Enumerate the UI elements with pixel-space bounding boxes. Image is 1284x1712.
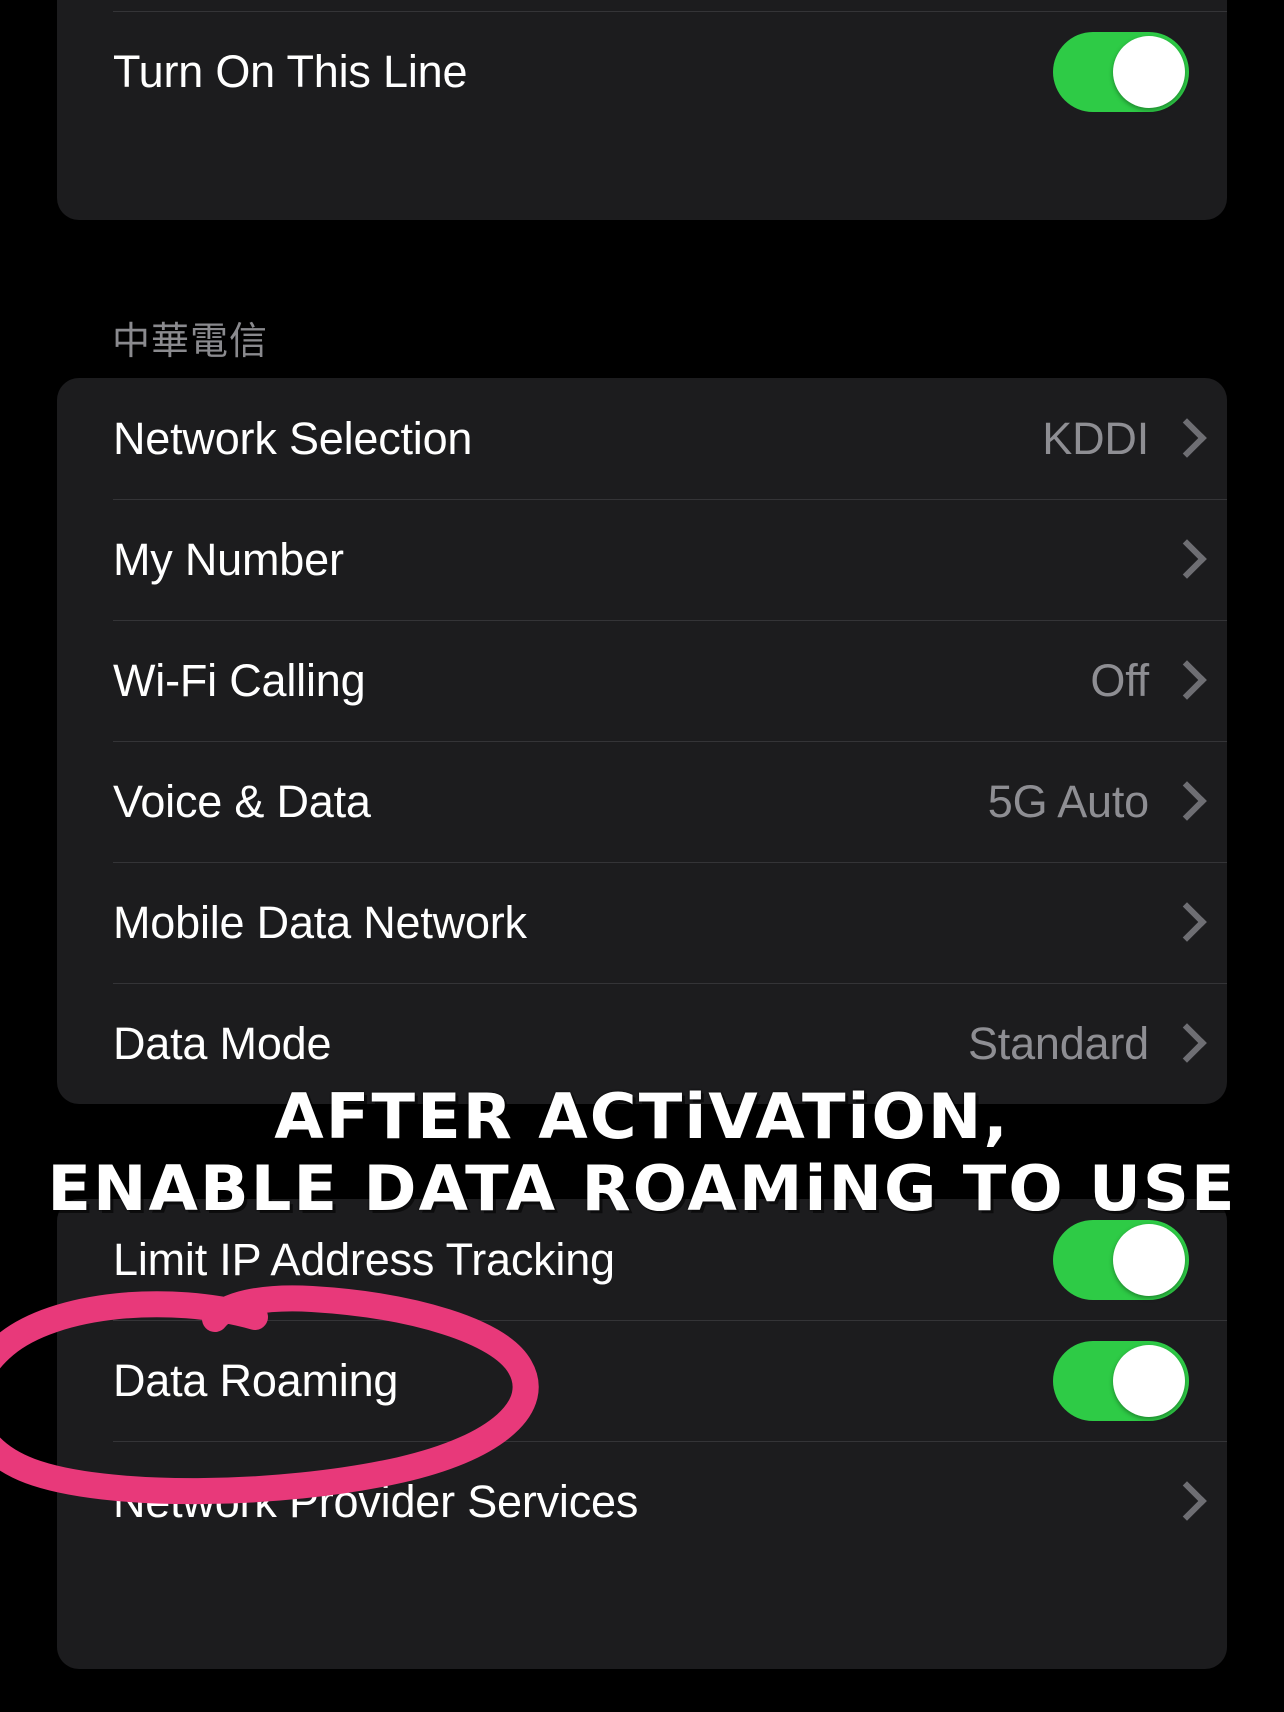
row-mobile-plan-label[interactable]: Mobile Plan Label Japan [57, 0, 1227, 11]
row-accessory [1053, 1340, 1227, 1421]
toggle-knob [1113, 1344, 1185, 1417]
row-accessory [1149, 900, 1227, 946]
row-wifi-calling[interactable]: Wi-Fi Calling Off [57, 620, 1227, 741]
row-accessory [1053, 31, 1227, 112]
row-data-roaming[interactable]: Data Roaming [57, 1320, 1227, 1441]
chevron-right-icon [1171, 779, 1197, 825]
row-accessory: Off [1090, 655, 1227, 707]
toggle-knob [1113, 35, 1185, 108]
row-label: Limit IP Address Tracking [113, 1233, 615, 1285]
privacy-roaming-group: Limit IP Address Tracking Data Roaming N… [57, 1199, 1227, 1669]
row-label: Data Mode [113, 1017, 332, 1069]
row-value: KDDI [1042, 412, 1149, 464]
row-label: Mobile Data Network [113, 896, 527, 948]
row-accessory [1053, 1219, 1227, 1300]
row-turn-on-this-line[interactable]: Turn On This Line [57, 11, 1227, 132]
row-mobile-data-network[interactable]: Mobile Data Network [57, 862, 1227, 983]
chevron-right-icon [1171, 537, 1197, 583]
row-label: Network Selection [113, 412, 473, 464]
row-value: Standard [967, 1017, 1149, 1069]
overlay-caption-line-1: AFTER ACTiVATiON, [274, 1080, 1010, 1153]
chevron-right-icon [1171, 900, 1197, 946]
toggle-turn-on-this-line[interactable] [1053, 31, 1189, 112]
row-network-provider-services[interactable]: Network Provider Services [57, 1441, 1227, 1562]
row-label: Network Provider Services [113, 1475, 639, 1527]
row-voice-and-data[interactable]: Voice & Data 5G Auto [57, 741, 1227, 862]
chevron-right-icon [1171, 1021, 1197, 1067]
row-accessory: 5G Auto [988, 776, 1227, 828]
toggle-data-roaming[interactable] [1053, 1340, 1189, 1421]
settings-screen: Mobile Plan Label Japan Turn On This Lin… [0, 0, 1284, 1712]
row-accessory [1149, 1479, 1227, 1525]
row-accessory: KDDI [1042, 413, 1227, 465]
mobile-plan-group: Mobile Plan Label Japan Turn On This Lin… [57, 0, 1227, 220]
row-label: Wi-Fi Calling [113, 654, 366, 706]
toggle-limit-ip-address-tracking[interactable] [1053, 1219, 1189, 1300]
row-accessory: Standard [968, 1018, 1227, 1070]
section-header-carrier: 中華電信 [112, 321, 269, 363]
row-label: Data Roaming [113, 1354, 399, 1406]
toggle-knob [1113, 1223, 1185, 1296]
chevron-right-icon [1171, 1479, 1197, 1525]
row-label: Voice & Data [113, 775, 371, 827]
carrier-settings-group: Network Selection KDDI My Number Wi-Fi C… [57, 378, 1227, 1104]
row-label: Turn On This Line [113, 45, 468, 97]
row-label: My Number [113, 533, 344, 585]
overlay-caption-line-2: ENABLE DATA ROAMiNG TO USE [47, 1152, 1237, 1225]
chevron-right-icon [1171, 416, 1197, 462]
chevron-right-icon [1171, 658, 1197, 704]
row-value: Off [1090, 654, 1149, 706]
row-accessory [1149, 537, 1227, 583]
row-network-selection[interactable]: Network Selection KDDI [57, 378, 1227, 499]
row-my-number[interactable]: My Number [57, 499, 1227, 620]
row-value: 5G Auto [987, 775, 1149, 827]
